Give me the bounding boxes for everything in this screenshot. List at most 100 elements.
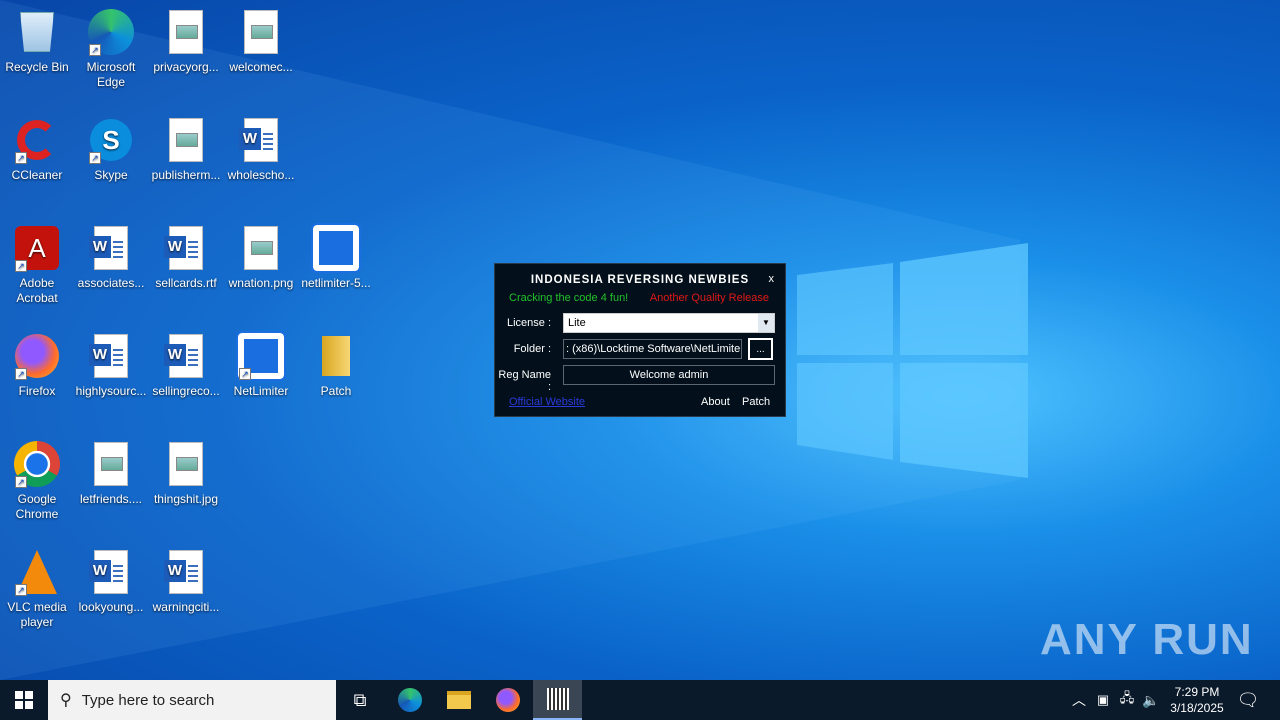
- word-doc-icon: W: [87, 548, 135, 596]
- action-center-button[interactable]: 🗨: [1232, 680, 1264, 720]
- show-hidden-icons[interactable]: ︿: [1068, 680, 1090, 720]
- desktop-icon-label: netlimiter-5...: [301, 276, 371, 290]
- chevron-up-icon: ︿: [1072, 692, 1086, 708]
- taskbar-firefox[interactable]: [484, 680, 532, 720]
- desktop-icon[interactable]: Wassociates...: [74, 222, 148, 291]
- desktop-icon-label: thingshit.jpg: [153, 492, 219, 506]
- desktop-icon-label: CCleaner: [11, 168, 63, 182]
- volume-icon[interactable]: 🔈: [1140, 680, 1162, 720]
- license-select[interactable]: Lite ▼: [563, 313, 775, 333]
- desktop-icon[interactable]: publisherm...: [149, 114, 223, 183]
- word-doc-icon: W: [87, 332, 135, 380]
- desktop-icon-label: NetLimiter: [233, 384, 289, 398]
- official-website-link[interactable]: Official Website: [509, 396, 585, 408]
- desktop-icon[interactable]: Wsellcards.rtf: [149, 222, 223, 291]
- license-value: Lite: [568, 317, 586, 329]
- close-button[interactable]: x: [769, 273, 775, 285]
- network-icon[interactable]: 🖧: [1116, 680, 1138, 720]
- netlimiter-icon: ↗: [236, 331, 286, 381]
- about-button[interactable]: About: [701, 396, 730, 408]
- netlimiter-installer-icon: [311, 223, 361, 273]
- image-file-icon: [87, 440, 135, 488]
- vlc-icon: ↗: [13, 548, 61, 596]
- desktop-icon-label: VLC media player: [7, 600, 67, 629]
- task-view-icon: ⧉: [353, 689, 367, 710]
- taskbar-edge[interactable]: [386, 680, 434, 720]
- desktop-icon[interactable]: ↗ CCleaner: [0, 114, 74, 183]
- desktop-icon[interactable]: wnation.png: [224, 222, 298, 291]
- desktop-icon[interactable]: ↗ NetLimiter: [224, 330, 298, 399]
- folder-input[interactable]: : (x86)\Locktime Software\NetLimiter: [563, 339, 742, 359]
- desktop-icon-label: Microsoft Edge: [86, 60, 136, 89]
- desktop-icon[interactable]: letfriends....: [74, 438, 148, 507]
- tagline-left: Cracking the code 4 fun!: [509, 292, 629, 304]
- desktop-icon-label: Skype: [94, 168, 128, 182]
- license-label: License :: [506, 317, 551, 329]
- desktop-icon[interactable]: thingshit.jpg: [149, 438, 223, 507]
- task-view-button[interactable]: ⧉: [336, 680, 384, 720]
- patch-button[interactable]: Patch: [742, 396, 770, 408]
- desktop-icon[interactable]: ↗ Microsoft Edge: [74, 6, 148, 90]
- notification-icon: 🗨: [1236, 689, 1260, 710]
- folder-label: Folder :: [513, 343, 551, 355]
- desktop-icon-label: Recycle Bin: [5, 60, 69, 74]
- edge-icon: [398, 688, 422, 712]
- desktop-icon[interactable]: Wwholescho...: [224, 114, 298, 183]
- search-icon: ⚲: [60, 692, 72, 709]
- desktop-icon[interactable]: Wwarningciti...: [149, 546, 223, 615]
- regname-label: Reg Name :: [498, 369, 551, 393]
- patcher-app-icon: [546, 688, 569, 710]
- firefox-icon: [496, 688, 520, 712]
- tagline-right: Another Quality Release: [649, 292, 769, 304]
- desktop-icon[interactable]: A ↗ Adobe Acrobat: [0, 222, 74, 306]
- image-file-icon: [162, 440, 210, 488]
- desktop-icon-label: sellcards.rtf: [155, 276, 217, 290]
- desktop-icon[interactable]: Recycle Bin: [0, 6, 74, 75]
- desktop-icon[interactable]: S ↗ Skype: [74, 114, 148, 183]
- recycle-bin-icon: [13, 8, 61, 56]
- desktop-icon-label: wnation.png: [228, 276, 294, 290]
- desktop-icon-label: sellingreco...: [152, 384, 220, 398]
- desktop-icon-label: highlysourc...: [75, 384, 147, 398]
- patcher-dialog: INDONESIA REVERSING NEWBIES x Cracking t…: [494, 263, 786, 417]
- desktop-icon[interactable]: Wlookyoung...: [74, 546, 148, 615]
- desktop-icon[interactable]: privacyorg...: [149, 6, 223, 75]
- desktop-icon-label: lookyoung...: [78, 600, 144, 614]
- desktop-icon-label: Adobe Acrobat: [16, 276, 58, 305]
- edge-icon: ↗: [87, 8, 135, 56]
- chevron-down-icon[interactable]: ▼: [758, 314, 774, 332]
- folder-icon: [312, 332, 360, 380]
- desktop-icon[interactable]: Patch: [299, 330, 373, 399]
- windows-logo-icon: [15, 691, 33, 709]
- search-placeholder: Type here to search: [81, 691, 215, 709]
- desktop-icon-label: associates...: [77, 276, 145, 290]
- taskbar-patcher-app[interactable]: [533, 680, 582, 720]
- desktop-icon[interactable]: welcomec...: [224, 6, 298, 75]
- desktop-icon[interactable]: Whighlysourc...: [74, 330, 148, 399]
- word-doc-icon: W: [162, 548, 210, 596]
- dialog-title: INDONESIA REVERSING NEWBIES: [530, 274, 750, 286]
- clock-date: 3/18/2025: [1170, 701, 1224, 715]
- desktop-icon[interactable]: netlimiter-5...: [299, 222, 373, 291]
- folder-icon: [447, 691, 471, 709]
- desktop-icon[interactable]: ↗ VLC media player: [0, 546, 74, 630]
- desktop-icon-label: Firefox: [18, 384, 56, 398]
- ccleaner-icon: ↗: [13, 116, 61, 164]
- desktop-icon-label: warningciti...: [152, 600, 220, 614]
- desktop-icon-label: welcomec...: [229, 60, 293, 74]
- start-button[interactable]: [0, 680, 48, 720]
- desktop-icon-label: Google Chrome: [15, 492, 59, 521]
- acrobat-icon: A ↗: [13, 224, 61, 272]
- desktop-icon[interactable]: Wsellingreco...: [149, 330, 223, 399]
- desktop-icon[interactable]: ↗ Firefox: [0, 330, 74, 399]
- clock-time: 7:29 PM: [1174, 685, 1220, 699]
- image-file-icon: [237, 224, 285, 272]
- clock[interactable]: 7:29 PM 3/18/2025: [1165, 680, 1229, 720]
- desktop-icon[interactable]: ↗ Google Chrome: [0, 438, 74, 522]
- regname-input[interactable]: Welcome admin: [563, 365, 775, 385]
- browse-button[interactable]: ...: [748, 338, 773, 360]
- image-file-icon: [162, 116, 210, 164]
- meet-now-icon[interactable]: ▣: [1093, 680, 1113, 720]
- search-box[interactable]: ⚲ Type here to search: [48, 680, 336, 720]
- taskbar-file-explorer[interactable]: [435, 680, 483, 720]
